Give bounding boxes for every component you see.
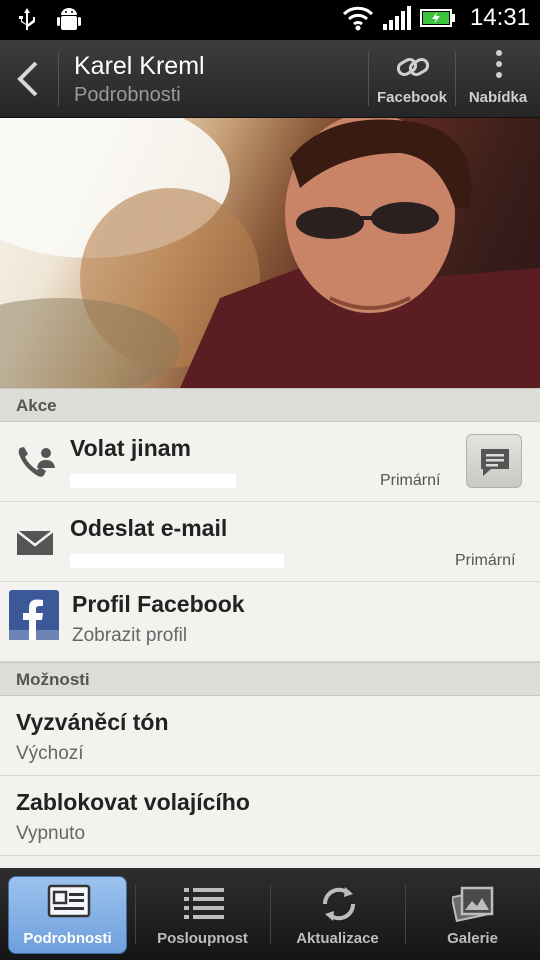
tab-label: Podrobnosti [23, 930, 112, 947]
action-bar: Karel Kreml Podrobnosti Facebook Nabídka [0, 40, 540, 118]
refresh-icon [322, 887, 356, 921]
link-icon [396, 58, 430, 76]
overflow-menu-icon [496, 50, 502, 78]
list-icon [184, 888, 224, 919]
option-value: Výchozí [16, 743, 84, 764]
facebook-link-button[interactable]: Facebook [369, 40, 455, 118]
section-title: Možnosti [16, 670, 90, 689]
facebook-profile-row[interactable]: Profil Facebook Zobrazit profil [0, 582, 540, 662]
tab-updates[interactable]: Aktualizace [270, 868, 405, 960]
section-header-options: Možnosti [0, 662, 540, 696]
section-title: Akce [16, 396, 57, 415]
action-title: Profil Facebook [72, 591, 245, 617]
tab-label: Posloupnost [157, 930, 248, 947]
tab-label: Aktualizace [296, 930, 379, 947]
tab-label: Galerie [447, 930, 498, 947]
option-value: Vypnuto [16, 823, 86, 844]
action-title: Odeslat e-mail [70, 515, 228, 541]
usb-icon [19, 8, 35, 30]
status-bar: 14:31 [0, 0, 540, 40]
menu-label: Nabídka [468, 89, 528, 106]
option-title: Vyzváněcí tón [16, 709, 169, 735]
back-arrow-icon [17, 61, 38, 97]
status-time: 14:31 [469, 4, 530, 31]
bottom-tab-bar: Podrobnosti Posloupnost Aktualizace Gale… [0, 868, 540, 960]
redacted-email [70, 554, 284, 568]
email-icon [16, 530, 54, 555]
send-email-row[interactable]: Odeslat e-mail Primární [0, 502, 540, 582]
block-caller-row[interactable]: Zablokovat volajícího Vypnuto [0, 776, 540, 856]
option-title: Zablokovat volajícího [16, 789, 250, 815]
ringtone-row[interactable]: Vyzváněcí tón Výchozí [0, 696, 540, 776]
primary-badge: Primární [455, 552, 516, 569]
android-debug-icon [57, 8, 81, 30]
menu-button[interactable]: Nabídka [455, 40, 540, 118]
page-subtitle: Podrobnosti [74, 84, 181, 106]
contact-name: Karel Kreml [74, 52, 205, 80]
action-title: Volat jinam [70, 435, 191, 461]
facebook-icon [9, 590, 59, 640]
action-detail: Zobrazit profil [72, 625, 188, 646]
back-button[interactable] [0, 40, 58, 118]
tab-details[interactable]: Podrobnosti [0, 868, 135, 960]
contact-photo [0, 118, 540, 388]
gallery-icon [452, 886, 494, 923]
battery-charging-icon [419, 9, 455, 27]
call-elsewhere-row[interactable]: Volat jinam Primární [0, 422, 540, 502]
tab-gallery[interactable]: Galerie [405, 868, 540, 960]
tab-sequence[interactable]: Posloupnost [135, 868, 270, 960]
signal-icon [382, 6, 411, 30]
wifi-icon [342, 6, 373, 31]
send-message-button[interactable] [466, 434, 522, 488]
section-header-actions: Akce [0, 388, 540, 422]
divider [58, 52, 59, 106]
primary-badge: Primární [380, 472, 441, 489]
contact-card-icon [47, 884, 91, 918]
phone-contact-icon [18, 447, 55, 477]
message-icon [481, 449, 509, 476]
facebook-label: Facebook [376, 89, 448, 106]
redacted-phone-number [70, 474, 236, 488]
